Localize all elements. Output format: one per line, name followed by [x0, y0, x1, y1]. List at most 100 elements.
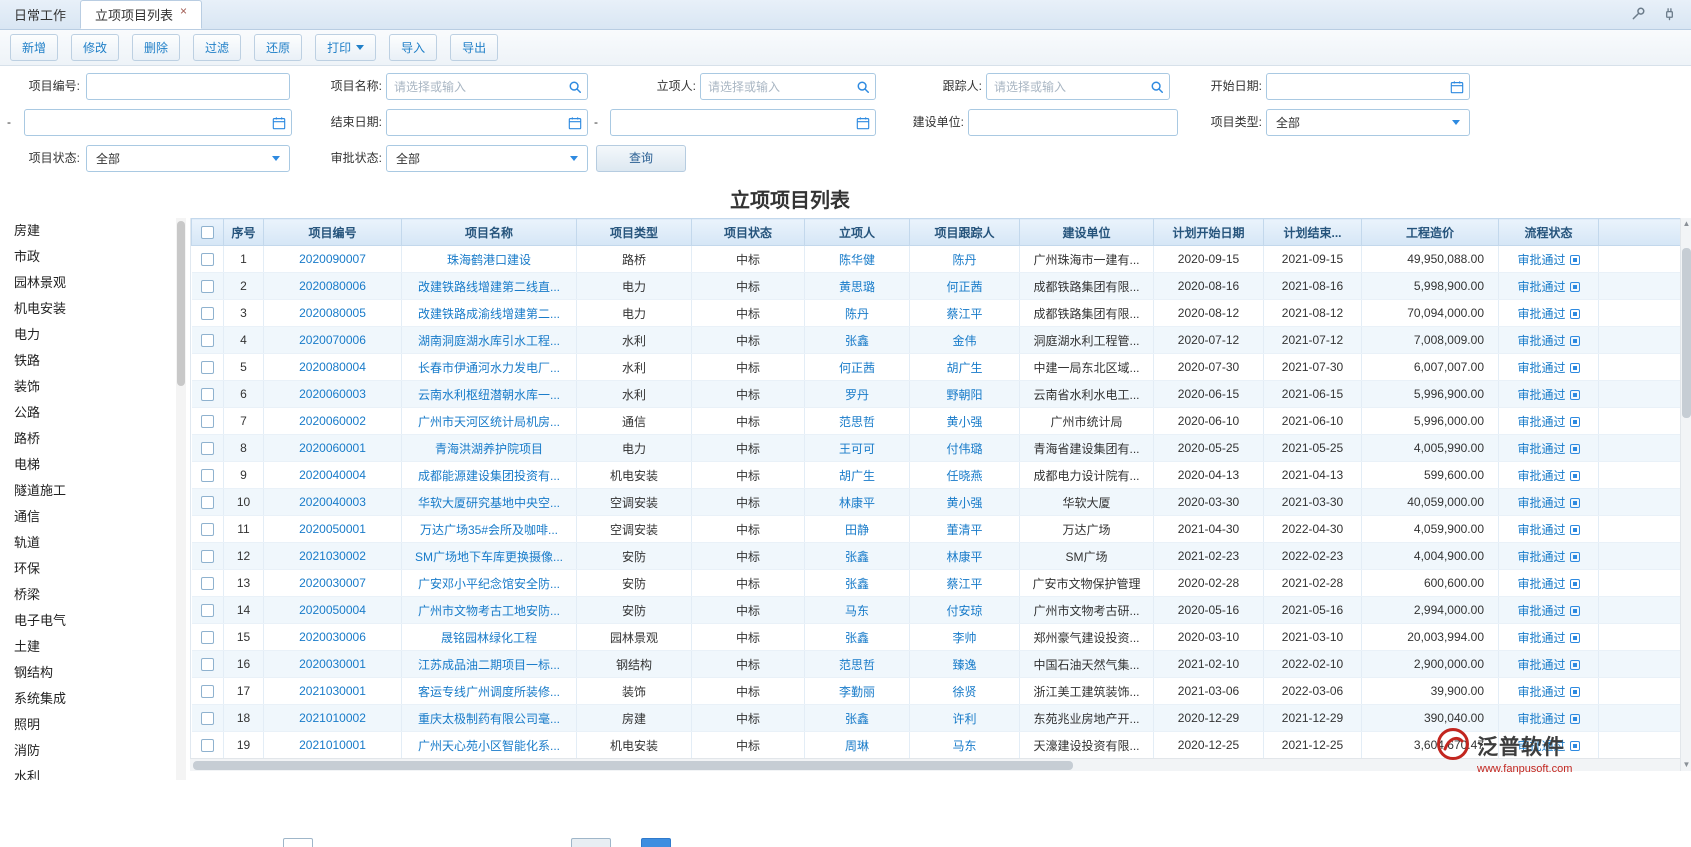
project-name-link[interactable]: 晟铭园林绿化工程 [441, 631, 537, 645]
project-name-link[interactable]: 广安邓小平纪念馆安全防... [418, 577, 560, 591]
row-checkbox[interactable] [200, 739, 214, 753]
column-header[interactable]: 项目编号 [263, 218, 402, 246]
tracker-link[interactable]: 黄小强 [946, 415, 982, 429]
sidebar-item[interactable]: 桥梁 [0, 582, 176, 608]
flow-status-icon[interactable] [1569, 497, 1580, 508]
initiator-link[interactable]: 罗丹 [845, 388, 869, 402]
row-checkbox[interactable] [200, 334, 214, 348]
table-row[interactable]: 11 2020050001 万达广场35#会所及咖啡... 空调安装 中标 田静 董清平 万达… [191, 515, 1680, 543]
row-checkbox[interactable] [200, 658, 214, 672]
edit-button[interactable]: 修改 [71, 34, 120, 61]
pagination-fragment[interactable] [283, 838, 313, 847]
sidebar-item[interactable]: 电子电气 [0, 608, 176, 634]
initiator-link[interactable]: 张鑫 [845, 550, 869, 564]
flow-status-icon[interactable] [1569, 443, 1580, 454]
tab-daily-work[interactable]: 日常工作 [0, 0, 80, 29]
row-checkbox[interactable] [200, 469, 214, 483]
sidebar-item[interactable]: 房建 [0, 218, 176, 244]
query-button[interactable]: 查询 [596, 145, 686, 172]
project-type-select[interactable]: 全部 [1266, 109, 1470, 136]
project-no-link[interactable]: 2020070006 [299, 333, 366, 347]
tracker-link[interactable]: 林康平 [946, 550, 982, 564]
approval-status-select[interactable]: 全部 [386, 145, 588, 172]
project-name-link[interactable]: 青海洪湖养护院项目 [435, 442, 543, 456]
project-name-link[interactable]: 广州市天河区统计局机房... [418, 415, 560, 429]
project-no-link[interactable]: 2021010002 [299, 711, 366, 725]
flow-status-icon[interactable] [1569, 389, 1580, 400]
select-all-checkbox[interactable] [201, 226, 214, 240]
export-button[interactable]: 导出 [450, 34, 499, 61]
import-button[interactable]: 导入 [389, 34, 438, 61]
flow-status-icon[interactable] [1569, 335, 1580, 346]
column-header[interactable]: 项目状态 [691, 218, 805, 246]
row-checkbox[interactable] [200, 415, 214, 429]
table-row[interactable]: 13 2020030007 广安邓小平纪念馆安全防... 安防 中标 张鑫 蔡江平 广安市文物… [191, 569, 1680, 597]
tracker-link[interactable]: 黄小强 [946, 496, 982, 510]
flow-status-icon[interactable] [1569, 470, 1580, 481]
flow-status-link[interactable]: 审批通过 [1517, 577, 1565, 591]
table-row[interactable]: 4 2020070006 湖南洞庭湖水库引水工程... 水利 中标 张鑫 金伟 洞庭湖水利工程… [191, 326, 1680, 354]
project-name-link[interactable]: 重庆太极制药有限公司毫... [418, 712, 560, 726]
initiator-link[interactable]: 张鑫 [845, 577, 869, 591]
initiator-link[interactable]: 张鑫 [845, 631, 869, 645]
sidebar-item[interactable]: 消防 [0, 738, 176, 764]
sidebar-item[interactable]: 装饰 [0, 374, 176, 400]
flow-status-link[interactable]: 审批通过 [1517, 253, 1565, 267]
column-header[interactable]: 建设单位 [1019, 218, 1154, 246]
tracker-link[interactable]: 付安琼 [946, 604, 982, 618]
sidebar-item[interactable]: 路桥 [0, 426, 176, 452]
project-name-link[interactable]: 江苏成品油二期项目一标... [418, 658, 560, 672]
row-checkbox[interactable] [200, 550, 214, 564]
project-no-link[interactable]: 2020060001 [299, 441, 366, 455]
column-header[interactable]: 序号 [223, 218, 264, 246]
row-checkbox[interactable] [200, 712, 214, 726]
project-status-select[interactable]: 全部 [86, 145, 290, 172]
project-no-link[interactable]: 2020050001 [299, 522, 366, 536]
project-no-link[interactable]: 2020040004 [299, 468, 366, 482]
project-no-link[interactable]: 2020080006 [299, 279, 366, 293]
sidebar-scrollbar[interactable] [176, 218, 186, 780]
table-row[interactable]: 1 2020090007 珠海鹤港口建设 路桥 中标 陈华健 陈丹 广州珠海市一建有... 20… [191, 245, 1680, 273]
table-row[interactable]: 8 2020060001 青海洪湖养护院项目 电力 中标 王可可 付伟璐 青海省建设集团有..… [191, 434, 1680, 462]
scroll-down-icon[interactable]: ▼ [1681, 759, 1691, 771]
sidebar-item[interactable]: 市政 [0, 244, 176, 270]
sidebar-scrollbar-thumb[interactable] [177, 221, 185, 386]
tracker-link[interactable]: 臻逸 [952, 658, 976, 672]
vertical-scrollbar-thumb[interactable] [1682, 248, 1691, 418]
initiator-link[interactable]: 黄思璐 [839, 280, 875, 294]
project-no-input[interactable] [87, 79, 289, 94]
print-button[interactable]: 打印 [315, 34, 377, 61]
column-header[interactable]: 工程造价 [1361, 218, 1499, 246]
flow-status-link[interactable]: 审批通过 [1517, 442, 1565, 456]
initiator-link[interactable]: 张鑫 [845, 334, 869, 348]
flow-status-link[interactable]: 审批通过 [1517, 280, 1565, 294]
flow-status-link[interactable]: 审批通过 [1517, 685, 1565, 699]
row-checkbox[interactable] [200, 361, 214, 375]
sidebar-item[interactable]: 钢结构 [0, 660, 176, 686]
initiator-link[interactable]: 周琳 [845, 739, 869, 753]
project-name-search-icon[interactable] [563, 80, 587, 94]
print-dropdown-caret-icon[interactable] [356, 45, 365, 50]
end-date-to-input[interactable] [611, 115, 851, 130]
tracker-link[interactable]: 马东 [952, 739, 976, 753]
project-no-link[interactable]: 2021030002 [299, 549, 366, 563]
column-header[interactable]: 项目跟踪人 [909, 218, 1020, 246]
flow-status-link[interactable]: 审批通过 [1517, 361, 1565, 375]
project-no-link[interactable]: 2020090007 [299, 252, 366, 266]
end-date-input[interactable] [387, 115, 563, 130]
project-name-link[interactable]: 广州天心苑小区智能化系... [418, 739, 560, 753]
sidebar-item[interactable]: 铁路 [0, 348, 176, 374]
project-no-link[interactable]: 2020060003 [299, 387, 366, 401]
flow-status-icon[interactable] [1569, 632, 1580, 643]
project-name-link[interactable]: 成都能源建设集团投资有... [418, 469, 560, 483]
table-row[interactable]: 9 2020040004 成都能源建设集团投资有... 机电安装 中标 胡广生 任晓燕 成都电… [191, 461, 1680, 489]
project-name-link[interactable]: SM广场地下车库更换摄像... [415, 550, 563, 564]
scroll-up-icon[interactable]: ▲ [1681, 218, 1691, 230]
initiator-link[interactable]: 胡广生 [839, 469, 875, 483]
row-checkbox[interactable] [200, 253, 214, 267]
flow-status-icon[interactable] [1569, 308, 1580, 319]
tracker-link[interactable]: 金伟 [952, 334, 976, 348]
initiator-search-icon[interactable] [851, 80, 875, 94]
project-no-link[interactable]: 2020030007 [299, 576, 366, 590]
row-checkbox[interactable] [200, 280, 214, 294]
